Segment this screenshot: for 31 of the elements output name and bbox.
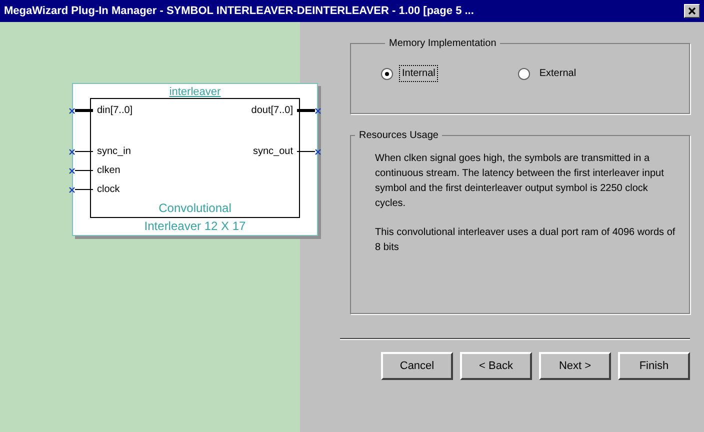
symbol-caption: Convolutional bbox=[158, 201, 232, 215]
dialog-button[interactable]: Finish bbox=[618, 352, 690, 380]
radio-button[interactable] bbox=[381, 68, 393, 80]
dialog-button[interactable]: Cancel bbox=[381, 352, 453, 380]
close-icon[interactable] bbox=[684, 4, 700, 18]
pin-marker-icon bbox=[315, 148, 321, 154]
dialog-button[interactable]: < Back bbox=[460, 352, 532, 380]
pin-label: clken bbox=[97, 166, 120, 176]
pin-label: din[7..0] bbox=[97, 106, 133, 116]
radio-option[interactable]: External bbox=[518, 65, 580, 82]
pin-label: clock bbox=[97, 184, 120, 194]
window-title: MegaWizard Plug-In Manager - SYMBOL INTERLEAVER-DEINTERLEAVER - 1.00 [page 5 ... bbox=[4, 4, 475, 19]
radio-label: Internal bbox=[399, 65, 438, 82]
symbol-name: interleaver bbox=[169, 86, 221, 98]
group-title: Resources Usage bbox=[358, 129, 440, 143]
symbol-caption: Interleaver 12 X 17 bbox=[144, 219, 246, 233]
resources-description: This convolutional interleaver uses a dual port ram of 4096 words of 8 bits bbox=[375, 226, 676, 255]
pin-marker-icon bbox=[69, 148, 75, 154]
resources-description: When clken signal goes high, the symbols are transmitted in a continuous stream. The latency between the first interleaver input symbol and the first deinterleaver output symbol is 2250 clock cycles. bbox=[375, 152, 665, 211]
pin-marker-icon bbox=[315, 108, 321, 114]
pin-label: sync_in bbox=[97, 146, 131, 156]
pin-marker-icon bbox=[69, 186, 75, 192]
group-title: Memory Implementation bbox=[388, 37, 498, 51]
radio-label: External bbox=[538, 67, 578, 81]
radio-button[interactable] bbox=[518, 68, 530, 80]
pin-label: sync_out bbox=[252, 146, 293, 156]
pin-label: dout[7..0] bbox=[251, 106, 293, 116]
radio-option[interactable]: Internal bbox=[381, 65, 438, 82]
dialog-button[interactable]: Next > bbox=[539, 352, 611, 380]
pin-marker-icon bbox=[69, 108, 75, 114]
pin-marker-icon bbox=[69, 168, 75, 174]
